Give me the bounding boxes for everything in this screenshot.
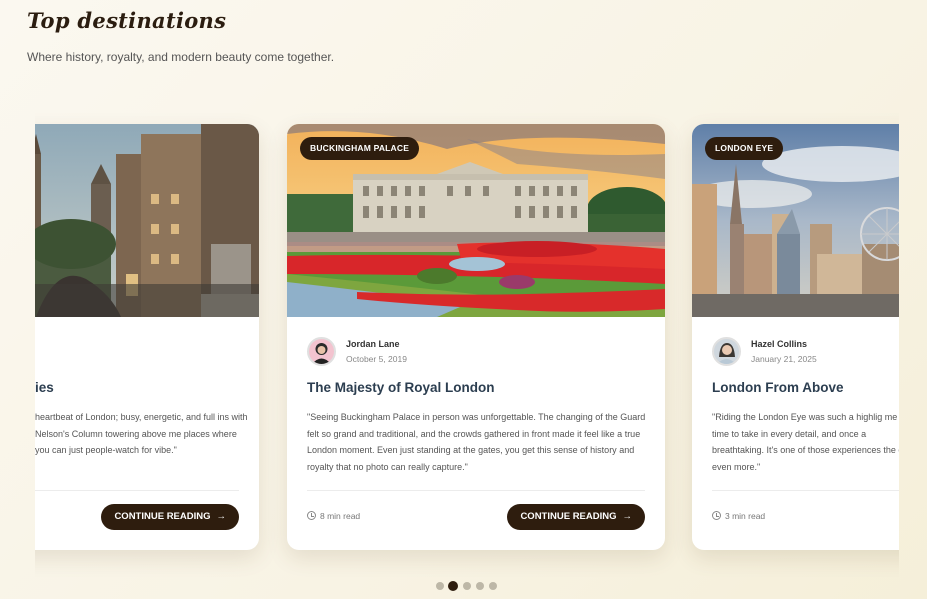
destination-card[interactable]: LONDON EYE Hazel Collins January 21, 202…: [692, 124, 899, 550]
card-divider: [712, 490, 899, 491]
pagination-dot-active[interactable]: [448, 581, 458, 591]
avatar: [712, 337, 741, 366]
read-time: 3 min read: [712, 511, 765, 521]
author-name[interactable]: Jordan Lane: [346, 339, 400, 349]
card-excerpt: "Seeing Buckingham Palace in person was …: [307, 412, 646, 472]
card-excerpt: "Riding the London Eye was such a highli…: [712, 412, 899, 472]
card-title[interactable]: London From Above: [712, 380, 844, 395]
card-excerpt: heartbeat of London; busy, energetic, an…: [35, 412, 248, 455]
location-tag: LONDON EYE: [705, 137, 784, 160]
carousel[interactable]: ies heartbeat of London; busy, energetic…: [35, 100, 899, 580]
pagination-dot[interactable]: [476, 582, 484, 590]
section-subtitle: Where history, royalty, and modern beaut…: [27, 50, 335, 64]
arrow-right-icon: →: [216, 511, 227, 522]
post-date: October 5, 2019: [346, 354, 407, 364]
card-divider: [307, 490, 645, 491]
card-image-trafalgar: [35, 124, 259, 317]
location-tag: BUCKINGHAM PALACE: [300, 137, 420, 160]
pagination-dot[interactable]: [436, 582, 444, 590]
continue-reading-button[interactable]: CONTINUE READING →: [507, 504, 645, 530]
continue-reading-button[interactable]: CONTINUE READING →: [101, 504, 239, 530]
read-time: 8 min read: [307, 511, 360, 521]
pagination-dot[interactable]: [463, 582, 471, 590]
card-divider: [35, 490, 239, 491]
section-title: Top destinations: [27, 8, 227, 33]
arrow-right-icon: →: [622, 511, 633, 522]
button-label: CONTINUE READING: [520, 511, 617, 522]
post-date: January 21, 2025: [751, 354, 817, 364]
pagination-dot[interactable]: [489, 582, 497, 590]
destination-card[interactable]: ies heartbeat of London; busy, energetic…: [35, 124, 259, 550]
read-time-label: 3 min read: [725, 511, 766, 521]
author-name[interactable]: Hazel Collins: [751, 339, 807, 349]
card-title[interactable]: The Majesty of Royal London: [307, 380, 495, 395]
button-label: CONTINUE READING: [114, 511, 211, 522]
card-title[interactable]: ies: [35, 380, 259, 395]
clock-icon: [307, 511, 316, 520]
read-time-label: 8 min read: [320, 511, 361, 521]
destination-card[interactable]: BUCKINGHAM PALACE Jordan Lane October 5,…: [287, 124, 665, 550]
avatar: [307, 337, 336, 366]
clock-icon: [712, 511, 721, 520]
